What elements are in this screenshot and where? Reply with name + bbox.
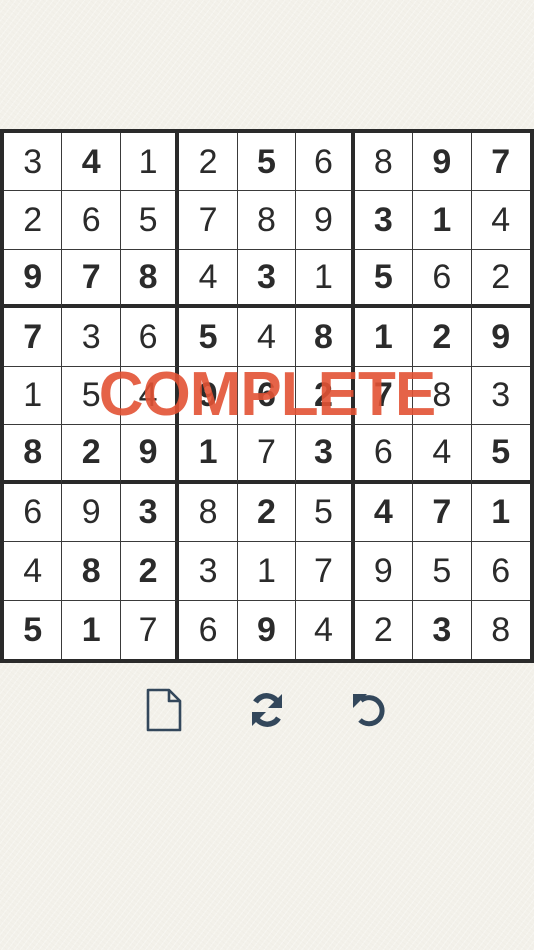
sudoku-cell[interactable]: 7 bbox=[354, 366, 414, 426]
sudoku-cell[interactable]: 6 bbox=[62, 191, 121, 250]
sudoku-cell[interactable]: 5 bbox=[62, 366, 121, 426]
sudoku-cell[interactable]: 7 bbox=[62, 249, 121, 309]
sudoku-cell[interactable]: 2 bbox=[120, 542, 180, 601]
sudoku-cell[interactable]: 6 bbox=[354, 425, 414, 484]
sudoku-cell[interactable]: 6 bbox=[296, 133, 355, 192]
sudoku-cell[interactable]: 1 bbox=[413, 191, 472, 250]
sudoku-cell[interactable]: 3 bbox=[413, 600, 472, 659]
sudoku-cell[interactable]: 8 bbox=[354, 133, 414, 192]
sudoku-cell[interactable]: 6 bbox=[4, 483, 63, 543]
sudoku-cell[interactable]: 9 bbox=[120, 425, 180, 484]
sudoku-cell[interactable]: 3 bbox=[179, 542, 238, 601]
sudoku-board: 3412568972657893149784315627365481291549… bbox=[0, 129, 534, 663]
sudoku-cell[interactable]: 3 bbox=[237, 249, 297, 309]
sudoku-cell[interactable]: 2 bbox=[237, 483, 297, 543]
sudoku-cell[interactable]: 9 bbox=[471, 308, 530, 367]
sudoku-cell[interactable]: 3 bbox=[354, 191, 414, 250]
undo-icon bbox=[353, 694, 385, 727]
sudoku-cell[interactable]: 5 bbox=[4, 600, 63, 659]
sudoku-cell[interactable]: 1 bbox=[4, 366, 63, 426]
sudoku-cell[interactable]: 6 bbox=[179, 600, 238, 659]
sudoku-cell[interactable]: 8 bbox=[62, 542, 121, 601]
new-document-icon bbox=[146, 688, 182, 732]
sudoku-cell[interactable]: 5 bbox=[237, 133, 297, 192]
sudoku-cell[interactable]: 4 bbox=[62, 133, 121, 192]
sudoku-cell[interactable]: 9 bbox=[354, 542, 414, 601]
sudoku-cell[interactable]: 2 bbox=[471, 250, 530, 309]
sudoku-cell[interactable]: 8 bbox=[120, 249, 180, 309]
sudoku-cell[interactable]: 2 bbox=[62, 425, 121, 484]
sudoku-cell[interactable]: 4 bbox=[179, 249, 238, 309]
toolbar bbox=[0, 686, 534, 734]
sudoku-cell[interactable]: 4 bbox=[120, 366, 180, 426]
sudoku-cell[interactable]: 4 bbox=[354, 483, 414, 543]
sudoku-cell[interactable]: 8 bbox=[4, 425, 63, 484]
sudoku-cell[interactable]: 6 bbox=[471, 542, 530, 601]
sudoku-cell[interactable]: 8 bbox=[179, 483, 238, 543]
sudoku-cell[interactable]: 6 bbox=[413, 249, 472, 309]
sudoku-cell[interactable]: 4 bbox=[237, 308, 297, 367]
sudoku-cell[interactable]: 1 bbox=[354, 308, 414, 367]
sudoku-cell[interactable]: 5 bbox=[179, 308, 238, 367]
new-game-button[interactable] bbox=[140, 686, 188, 734]
refresh-icon bbox=[252, 693, 282, 727]
sudoku-cell[interactable]: 7 bbox=[121, 600, 180, 659]
sudoku-cell[interactable]: 9 bbox=[413, 133, 472, 192]
sudoku-cell[interactable]: 7 bbox=[4, 308, 63, 367]
sudoku-cell[interactable]: 2 bbox=[355, 600, 414, 659]
sudoku-cell[interactable]: 9 bbox=[62, 483, 121, 543]
sudoku-cell[interactable]: 3 bbox=[4, 133, 63, 192]
sudoku-cell[interactable]: 3 bbox=[471, 367, 530, 426]
refresh-button[interactable] bbox=[243, 686, 291, 734]
sudoku-cell[interactable]: 7 bbox=[471, 133, 530, 192]
sudoku-cell[interactable]: 5 bbox=[471, 425, 530, 484]
sudoku-cell[interactable]: 5 bbox=[354, 249, 414, 309]
sudoku-cell[interactable]: 1 bbox=[179, 425, 238, 484]
sudoku-cell[interactable]: 1 bbox=[237, 542, 297, 601]
sudoku-cell[interactable]: 5 bbox=[413, 542, 472, 601]
sudoku-cell[interactable]: 1 bbox=[471, 484, 530, 543]
sudoku-cell[interactable]: 6 bbox=[120, 308, 180, 367]
sudoku-cell[interactable]: 1 bbox=[62, 600, 121, 659]
sudoku-cell[interactable]: 2 bbox=[4, 191, 63, 250]
sudoku-cell[interactable]: 6 bbox=[237, 366, 297, 426]
sudoku-cell[interactable]: 3 bbox=[62, 308, 121, 367]
sudoku-cell[interactable]: 7 bbox=[413, 483, 472, 543]
sudoku-cell[interactable]: 5 bbox=[120, 191, 180, 250]
sudoku-cell[interactable]: 9 bbox=[296, 191, 355, 250]
sudoku-cell[interactable]: 2 bbox=[413, 308, 472, 367]
sudoku-cell[interactable]: 1 bbox=[120, 133, 180, 192]
sudoku-cell[interactable]: 8 bbox=[472, 601, 530, 659]
sudoku-cell[interactable]: 8 bbox=[413, 366, 472, 426]
sudoku-cell[interactable]: 1 bbox=[296, 249, 355, 309]
sudoku-cell[interactable]: 7 bbox=[237, 425, 297, 484]
sudoku-cell[interactable]: 9 bbox=[179, 366, 238, 426]
sudoku-cell[interactable]: 8 bbox=[296, 308, 355, 367]
sudoku-cell[interactable]: 8 bbox=[237, 191, 297, 250]
sudoku-cell[interactable]: 4 bbox=[4, 542, 63, 601]
sudoku-cell[interactable]: 4 bbox=[413, 425, 472, 484]
sudoku-cell[interactable]: 2 bbox=[179, 133, 238, 192]
sudoku-cell[interactable]: 4 bbox=[296, 600, 355, 659]
sudoku-cell[interactable]: 9 bbox=[4, 249, 63, 309]
sudoku-cell[interactable]: 4 bbox=[471, 191, 530, 250]
sudoku-cell[interactable]: 7 bbox=[179, 191, 238, 250]
sudoku-cell[interactable]: 9 bbox=[238, 600, 297, 659]
sudoku-cell[interactable]: 2 bbox=[296, 366, 355, 426]
undo-button[interactable] bbox=[346, 686, 394, 734]
sudoku-cell[interactable]: 3 bbox=[120, 483, 180, 543]
sudoku-cell[interactable]: 5 bbox=[296, 483, 355, 543]
sudoku-cell[interactable]: 3 bbox=[296, 425, 355, 484]
sudoku-cell[interactable]: 7 bbox=[296, 542, 355, 601]
